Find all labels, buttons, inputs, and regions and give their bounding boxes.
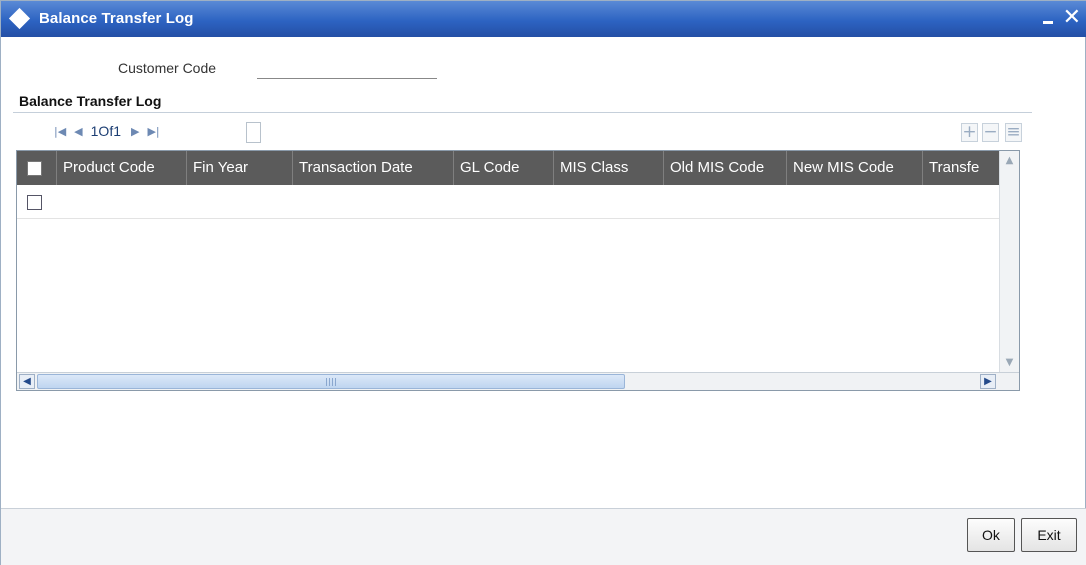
column-header[interactable]: New MIS Code [787, 151, 923, 185]
column-header[interactable]: Fin Year [187, 151, 293, 185]
page-number-input[interactable] [246, 122, 261, 143]
close-icon[interactable]: ✕ [1063, 5, 1081, 31]
window-title: Balance Transfer Log [39, 10, 194, 27]
next-page-icon[interactable]: ▶ [131, 125, 139, 138]
vertical-scrollbar[interactable]: ▲ ▼ [999, 151, 1019, 373]
section-divider [13, 112, 1032, 113]
column-header[interactable]: Transfe [923, 151, 989, 185]
footer-bar [1, 508, 1086, 565]
grid-header: Product Code Fin Year Transaction Date G… [17, 151, 999, 185]
add-row-icon[interactable]: + [961, 123, 978, 142]
first-page-icon[interactable]: |◀ [54, 125, 66, 138]
column-header[interactable]: Old MIS Code [664, 151, 787, 185]
balance-transfer-grid: Product Code Fin Year Transaction Date G… [16, 150, 1020, 391]
horizontal-scroll-thumb[interactable] [37, 374, 625, 389]
column-header[interactable]: GL Code [454, 151, 554, 185]
last-page-icon[interactable]: ▶| [147, 125, 159, 138]
column-header[interactable]: MIS Class [554, 151, 664, 185]
scroll-right-icon[interactable]: ▶ [980, 374, 996, 389]
diamond-icon [8, 7, 31, 30]
column-header[interactable]: Product Code [57, 151, 187, 185]
exit-button[interactable]: Exit [1021, 518, 1077, 552]
single-view-icon[interactable]: ≡ [1005, 123, 1022, 142]
scroll-up-icon[interactable]: ▲ [1002, 153, 1017, 169]
ok-button[interactable]: Ok [967, 518, 1015, 552]
page-indicator: 1Of1 [90, 123, 121, 139]
customer-code-label: Customer Code [118, 60, 217, 76]
horizontal-scrollbar[interactable]: ◀ ▶ [17, 372, 1019, 390]
column-header[interactable]: Transaction Date [293, 151, 454, 185]
header-select-cell [17, 151, 57, 185]
scroll-left-icon[interactable]: ◀ [19, 374, 35, 389]
table-row[interactable] [17, 185, 999, 219]
delete-row-icon[interactable]: − [982, 123, 999, 142]
customer-code-input[interactable] [257, 57, 437, 79]
minimize-icon[interactable] [1043, 21, 1053, 24]
section-title: Balance Transfer Log [19, 93, 162, 109]
prev-page-icon[interactable]: ◀ [74, 125, 82, 138]
row-checkbox[interactable] [27, 195, 42, 210]
title-bar[interactable]: Balance Transfer Log ✕ [1, 1, 1086, 37]
scroll-down-icon[interactable]: ▼ [1002, 355, 1017, 371]
select-all-checkbox[interactable] [27, 161, 42, 176]
scroll-grip-icon [326, 378, 336, 386]
balance-transfer-log-window: Balance Transfer Log ✕ Customer Code Bal… [0, 0, 1086, 565]
pager: |◀ ◀ 1Of1 ▶ ▶| [54, 122, 168, 140]
